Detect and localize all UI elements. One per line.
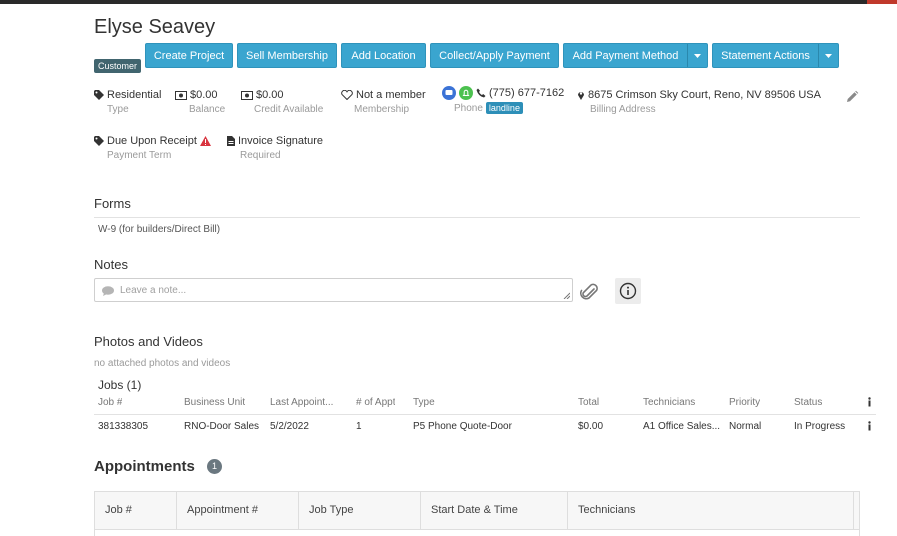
job-type: P5 Phone Quote-Door bbox=[413, 421, 512, 432]
type-value: Residential bbox=[107, 89, 162, 101]
job-last-appointment: 5/2/2022 bbox=[270, 421, 309, 432]
forms-divider bbox=[94, 217, 860, 218]
job-appt-count: 1 bbox=[356, 421, 362, 432]
note-input[interactable]: Leave a note... bbox=[94, 278, 573, 302]
form-item[interactable]: W-9 (for builders/Direct Bill) bbox=[98, 224, 220, 235]
tag-icon bbox=[94, 136, 104, 146]
photos-title: Photos and Videos bbox=[94, 334, 203, 349]
statement-actions-button[interactable]: Statement Actions bbox=[712, 43, 839, 68]
collect-payment-button[interactable]: Collect/Apply Payment bbox=[430, 43, 559, 68]
jobs-col-last-appointment[interactable]: Last Appoint... bbox=[270, 397, 333, 408]
field-credit: $0.00 Credit Available bbox=[241, 89, 323, 115]
field-balance: $0.00 Balance bbox=[175, 89, 225, 115]
jobs-col-status[interactable]: Status bbox=[794, 397, 822, 408]
chat-icon[interactable] bbox=[442, 86, 456, 100]
jobs-col-appt-count[interactable]: # of Appt bbox=[356, 397, 395, 408]
invoice-signature-label: Required bbox=[240, 150, 281, 161]
jobs-col-type[interactable]: Type bbox=[413, 397, 435, 408]
appointments-title: Appointments bbox=[94, 458, 195, 475]
note-placeholder: Leave a note... bbox=[120, 285, 187, 296]
invoice-signature-value: Invoice Signature bbox=[238, 135, 323, 147]
tag-icon bbox=[94, 90, 104, 100]
info-button[interactable] bbox=[615, 278, 641, 304]
appointments-table-body bbox=[95, 529, 859, 536]
statement-actions-label: Statement Actions bbox=[721, 50, 810, 62]
payment-term-label: Payment Term bbox=[107, 150, 172, 161]
field-type: Residential Type bbox=[94, 89, 161, 115]
sell-membership-button[interactable]: Sell Membership bbox=[237, 43, 337, 68]
customer-tag: Customer bbox=[94, 59, 142, 73]
info-icon[interactable] bbox=[867, 397, 872, 407]
add-location-button[interactable]: Add Location bbox=[341, 43, 426, 68]
info-icon bbox=[619, 282, 637, 300]
balance-value: $0.00 bbox=[190, 89, 218, 101]
appt-col-start[interactable]: Start Date & Time bbox=[421, 492, 568, 529]
jobs-title: Jobs (1) bbox=[98, 378, 142, 392]
heart-icon bbox=[341, 90, 353, 100]
comment-icon bbox=[102, 286, 114, 296]
appt-col-appointment[interactable]: Appointment # bbox=[177, 492, 299, 529]
map-marker-icon bbox=[578, 92, 584, 100]
credit-value: $0.00 bbox=[256, 89, 284, 101]
appointments-count-badge: 1 bbox=[207, 459, 222, 474]
appt-col-job-type[interactable]: Job Type bbox=[299, 492, 421, 529]
payment-term-value: Due Upon Receipt bbox=[107, 135, 197, 147]
add-payment-method-label: Add Payment Method bbox=[572, 50, 679, 62]
jobs-col-priority[interactable]: Priority bbox=[729, 397, 760, 408]
job-priority: Normal bbox=[729, 421, 762, 432]
phone-label: Phone bbox=[454, 102, 483, 114]
jobs-divider bbox=[94, 414, 876, 415]
field-invoice-signature: Invoice Signature Required bbox=[227, 135, 323, 161]
paperclip-icon[interactable] bbox=[580, 281, 600, 303]
pencil-icon[interactable] bbox=[845, 90, 859, 104]
caret-down-icon bbox=[694, 54, 701, 58]
money-icon bbox=[175, 90, 187, 100]
jobs-col-job[interactable]: Job # bbox=[98, 397, 122, 408]
field-membership: Not a member Membership bbox=[341, 89, 426, 115]
job-technicians: A1 Office Sales... bbox=[643, 421, 721, 432]
field-payment-term: Due Upon Receipt Payment Term bbox=[94, 135, 211, 161]
appt-col-job[interactable]: Job # bbox=[95, 492, 177, 529]
bell-icon[interactable] bbox=[459, 86, 473, 100]
caret-down-icon bbox=[825, 54, 832, 58]
add-payment-method-button[interactable]: Add Payment Method bbox=[563, 43, 708, 68]
create-project-button[interactable]: Create Project bbox=[145, 43, 233, 68]
appointments-table: Job # Appointment # Job Type Start Date … bbox=[94, 491, 860, 536]
info-icon[interactable] bbox=[867, 421, 872, 431]
type-label: Type bbox=[107, 104, 129, 115]
job-business-unit: RNO-Door Sales bbox=[184, 421, 260, 432]
field-phone: (775) 677-7162 Phone landline bbox=[442, 86, 564, 114]
statement-actions-dropdown[interactable] bbox=[818, 44, 838, 67]
membership-value: Not a member bbox=[356, 89, 426, 101]
job-total: $0.00 bbox=[578, 421, 604, 432]
address-label: Billing Address bbox=[590, 104, 656, 115]
phone-icon bbox=[476, 88, 486, 98]
notes-title: Notes bbox=[94, 257, 128, 272]
job-status: In Progress bbox=[794, 421, 846, 432]
add-payment-method-dropdown[interactable] bbox=[687, 44, 707, 67]
top-bar bbox=[0, 0, 897, 4]
credit-label: Credit Available bbox=[254, 104, 324, 115]
top-bar-accent bbox=[867, 0, 897, 4]
field-address: 8675 Crimson Sky Court, Reno, NV 89506 U… bbox=[577, 89, 821, 115]
photos-empty-text: no attached photos and videos bbox=[94, 358, 231, 369]
forms-title: Forms bbox=[94, 196, 131, 211]
warning-icon bbox=[199, 136, 211, 146]
document-icon bbox=[227, 136, 235, 146]
balance-label: Balance bbox=[189, 104, 226, 115]
jobs-col-technicians[interactable]: Technicians bbox=[643, 397, 695, 408]
landline-badge: landline bbox=[485, 102, 523, 114]
jobs-col-total[interactable]: Total bbox=[578, 397, 599, 408]
resize-handle-icon[interactable] bbox=[563, 292, 570, 299]
money-icon bbox=[241, 90, 253, 100]
phone-value[interactable]: (775) 677-7162 bbox=[489, 87, 564, 99]
membership-label: Membership bbox=[354, 104, 410, 115]
appt-col-technicians[interactable]: Technicians bbox=[568, 492, 854, 529]
job-number[interactable]: 381338305 bbox=[98, 421, 148, 432]
customer-name: Elyse Seavey bbox=[94, 16, 216, 38]
address-value[interactable]: 8675 Crimson Sky Court, Reno, NV 89506 U… bbox=[588, 89, 821, 101]
jobs-col-business-unit[interactable]: Business Unit bbox=[184, 397, 245, 408]
